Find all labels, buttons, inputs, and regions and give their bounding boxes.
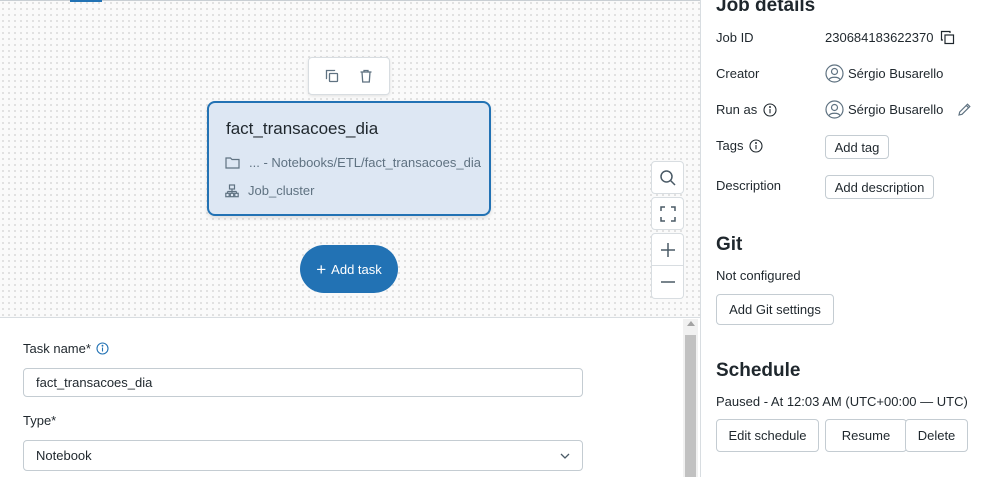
task-node-card[interactable]: fact_transacoes_dia ... - Notebooks/ETL/… — [207, 101, 491, 216]
task-node-title: fact_transacoes_dia — [226, 119, 379, 138]
creator-label: Creator — [716, 66, 760, 81]
tags-label: Tags — [716, 138, 744, 153]
task-node-path: ... - Notebooks/ETL/fact_transacoes_dia — [249, 155, 481, 170]
canvas-zoom-controls — [651, 161, 684, 302]
form-scrollbar[interactable] — [683, 319, 698, 477]
job-details-heading: Job details — [716, 0, 816, 16]
job-graph-canvas[interactable]: fact_transacoes_dia ... - Notebooks/ETL/… — [0, 0, 700, 318]
task-name-label: Task name* — [23, 341, 91, 356]
resume-button[interactable]: Resume — [825, 419, 907, 452]
task-settings-form: Task name* Type* Notebook — [0, 319, 700, 477]
delete-schedule-button[interactable]: Delete — [905, 419, 968, 452]
type-select-value: Notebook — [36, 448, 92, 463]
user-avatar-icon — [825, 100, 844, 119]
add-description-button[interactable]: Add description — [825, 175, 934, 199]
task-name-input[interactable] — [23, 368, 583, 397]
add-task-button[interactable]: + Add task — [300, 245, 398, 293]
type-label-row: Type* — [23, 413, 56, 428]
creator-row: Sérgio Busarello — [825, 64, 943, 83]
copy-icon[interactable] — [940, 30, 955, 45]
scroll-up-arrow-icon[interactable] — [687, 321, 695, 326]
zoom-in-icon[interactable] — [651, 233, 684, 266]
description-label: Description — [716, 178, 782, 193]
plus-icon: + — [316, 259, 327, 279]
creator-value: Sérgio Busarello — [848, 66, 944, 81]
trash-icon[interactable] — [353, 63, 379, 89]
git-heading: Git — [716, 234, 743, 255]
job-id-row: 230684183622370 — [825, 30, 955, 45]
zoom-out-icon[interactable] — [651, 266, 684, 299]
schedule-status: Paused - At 12:03 AM (UTC+00:00 — UTC) — [716, 394, 968, 409]
add-tag-button[interactable]: Add tag — [825, 135, 889, 159]
add-task-label: Add task — [331, 261, 382, 277]
run-as-label: Run as — [716, 102, 758, 117]
search-icon[interactable] — [651, 161, 684, 194]
tags-label-row: Tags — [716, 138, 764, 153]
copy-icon[interactable] — [319, 63, 345, 89]
run-as-row: Sérgio Busarello — [825, 100, 972, 119]
git-status: Not configured — [716, 268, 801, 283]
type-label: Type* — [23, 413, 57, 428]
add-git-settings-button[interactable]: Add Git settings — [716, 294, 834, 325]
pencil-edit-icon[interactable] — [957, 102, 972, 117]
info-icon[interactable] — [96, 342, 109, 355]
fit-view-icon[interactable] — [651, 197, 684, 230]
edit-schedule-button[interactable]: Edit schedule — [716, 419, 819, 452]
job-details-panel: Job details Job ID 230684183622370 Creat… — [701, 0, 996, 477]
canvas-top-border — [0, 0, 700, 1]
task-toolbar — [308, 57, 390, 95]
task-node-cluster: Job_cluster — [248, 183, 315, 198]
type-select[interactable]: Notebook — [23, 440, 583, 471]
cluster-icon — [225, 183, 239, 197]
info-icon[interactable] — [763, 102, 777, 117]
task-name-label-row: Task name* — [23, 341, 109, 356]
canvas-tab-indicator — [70, 0, 102, 2]
folder-icon — [225, 157, 240, 169]
run-as-label-row: Run as — [716, 102, 777, 117]
job-id-value: 230684183622370 — [825, 30, 934, 45]
task-node-cluster-row: Job_cluster — [225, 183, 314, 198]
user-avatar-icon — [825, 64, 844, 83]
run-as-value: Sérgio Busarello — [848, 102, 944, 117]
chevron-down-icon — [560, 453, 570, 459]
scroll-thumb[interactable] — [685, 335, 696, 477]
task-node-path-row: ... - Notebooks/ETL/fact_transacoes_dia — [225, 155, 481, 170]
info-icon[interactable] — [749, 138, 764, 153]
schedule-heading: Schedule — [716, 360, 801, 381]
job-id-label: Job ID — [716, 30, 754, 45]
